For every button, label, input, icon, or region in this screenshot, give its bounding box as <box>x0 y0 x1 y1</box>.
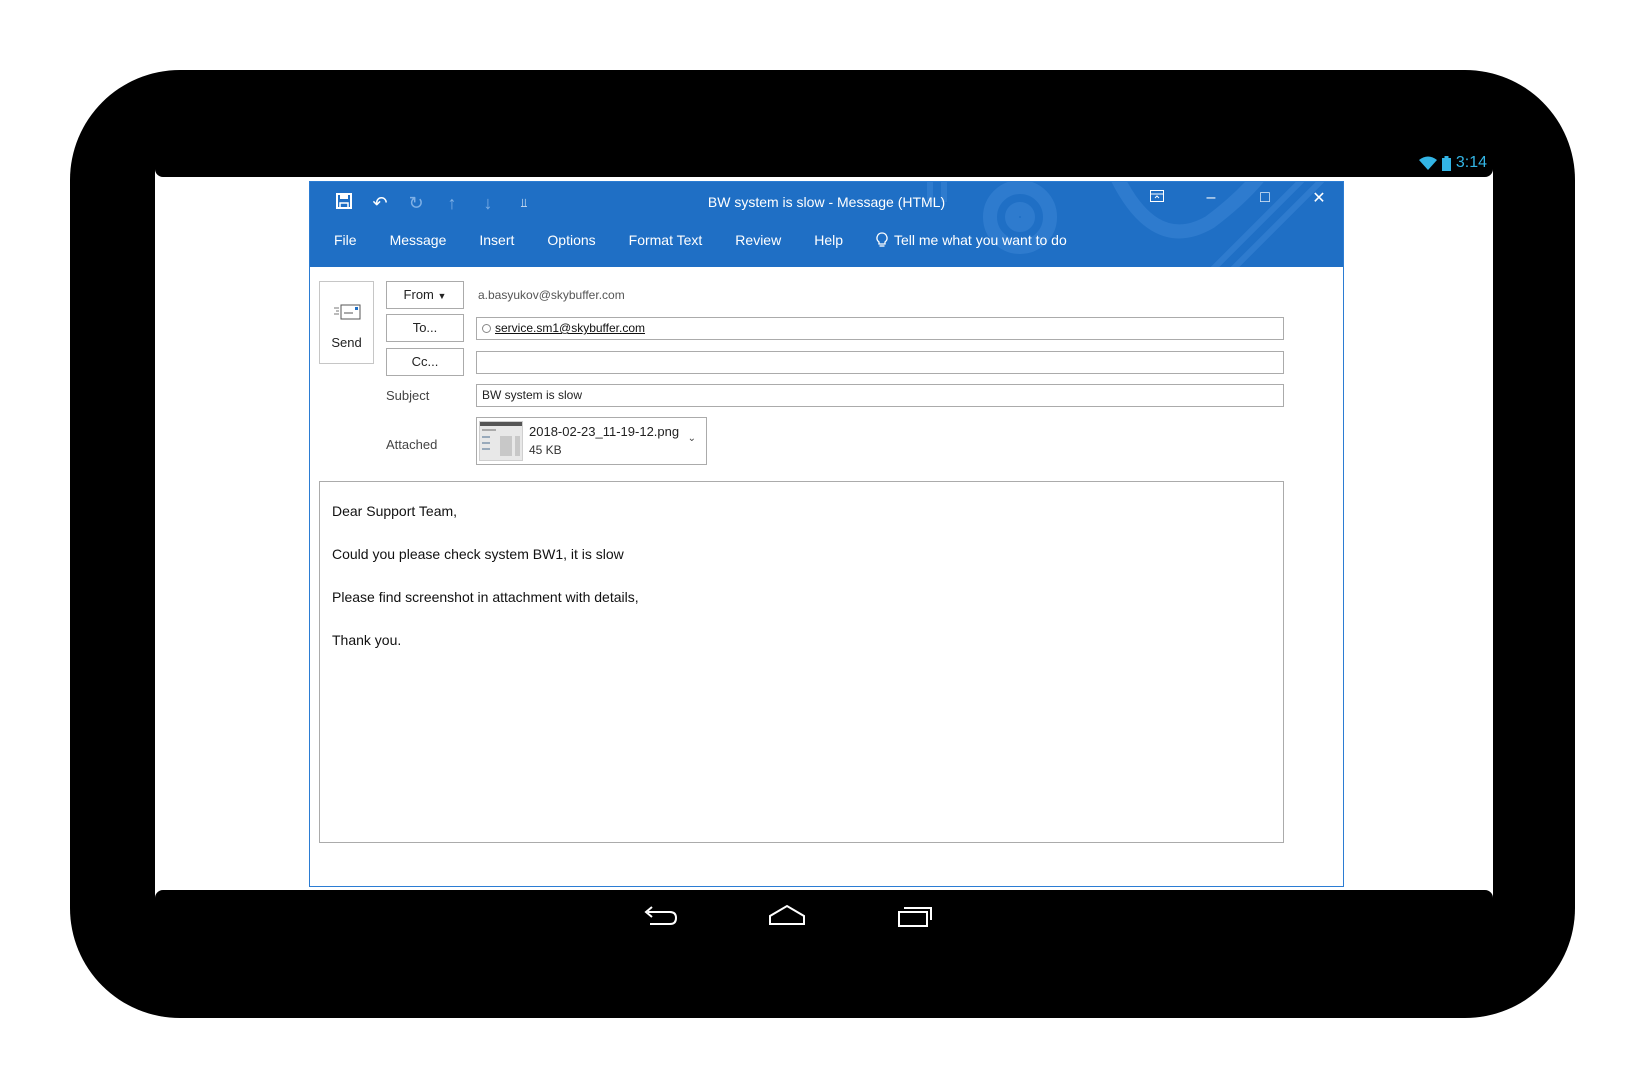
cc-button[interactable]: Cc... <box>386 348 464 376</box>
tab-review[interactable]: Review <box>735 232 781 248</box>
outlook-message-window: ↶ ↻ ↑ ↓ ⫫ BW system is slow - Message (H… <box>309 181 1344 887</box>
attached-label: Attached <box>386 437 438 452</box>
send-button[interactable]: Send <box>319 281 374 364</box>
tab-help[interactable]: Help <box>814 232 843 248</box>
android-status-bar: 3:14 <box>155 150 1493 177</box>
to-address: service.sm1@skybuffer.com <box>495 321 646 335</box>
tab-options[interactable]: Options <box>547 232 595 248</box>
tablet-screen: 3:14 ↶ ↻ ↑ ↓ ⫫ BW system is slow - Messa… <box>155 150 1493 940</box>
from-label: From <box>403 287 434 302</box>
send-label: Send <box>331 335 362 350</box>
cc-field[interactable] <box>476 351 1284 374</box>
ribbon-tabs: File Message Insert Options Format Text … <box>310 229 1076 251</box>
battery-icon <box>1441 155 1451 171</box>
message-body[interactable]: Dear Support Team, Could you please chec… <box>319 481 1284 843</box>
subject-field[interactable]: BW system is slow <box>476 384 1284 407</box>
minimize-icon[interactable]: – <box>1199 189 1223 207</box>
back-icon[interactable] <box>640 902 680 930</box>
from-address: a.basyukov@skybuffer.com <box>478 288 625 302</box>
attachment-name: 2018-02-23_11-19-12.png <box>529 424 680 439</box>
send-envelope-icon <box>333 304 360 320</box>
body-line: Thank you. <box>332 632 402 648</box>
body-line: Dear Support Team, <box>332 503 458 519</box>
body-line: Could you please check system BW1, it is… <box>332 546 624 562</box>
title-bar: ↶ ↻ ↑ ↓ ⫫ BW system is slow - Message (H… <box>310 182 1343 267</box>
android-navigation-bar <box>155 890 1493 940</box>
tab-message[interactable]: Message <box>390 232 447 248</box>
window-controls: – □ ✕ <box>1145 188 1331 208</box>
to-field[interactable]: service.sm1@skybuffer.com <box>476 317 1284 340</box>
to-button[interactable]: To... <box>386 314 464 342</box>
tab-format-text[interactable]: Format Text <box>629 232 703 248</box>
wifi-icon <box>1418 156 1437 170</box>
recent-apps-icon[interactable] <box>895 902 935 930</box>
ribbon-display-icon[interactable] <box>1145 189 1169 207</box>
subject-label: Subject <box>386 388 430 403</box>
chevron-down-icon: ▼ <box>437 291 447 301</box>
tab-file[interactable]: File <box>334 232 357 248</box>
lightbulb-icon <box>876 232 888 247</box>
attachment-chevron-down-icon[interactable]: ⌄ <box>688 433 696 444</box>
body-line: Please find screenshot in attachment wit… <box>332 589 639 605</box>
home-icon[interactable] <box>767 902 807 930</box>
tell-me-label: Tell me what you want to do <box>894 232 1067 248</box>
close-icon[interactable]: ✕ <box>1307 188 1331 208</box>
recipient-chip[interactable]: service.sm1@skybuffer.com <box>482 318 645 339</box>
presence-icon <box>482 324 491 333</box>
attachment-thumbnail <box>479 421 523 461</box>
attachment-card[interactable]: 2018-02-23_11-19-12.png 45 KB ⌄ <box>476 417 707 465</box>
tell-me-search[interactable]: Tell me what you want to do <box>876 232 1067 248</box>
maximize-icon[interactable]: □ <box>1253 189 1277 207</box>
from-button[interactable]: From ▼ <box>386 281 464 309</box>
tab-insert[interactable]: Insert <box>479 232 514 248</box>
status-time: 3:14 <box>1455 154 1487 171</box>
status-icons: 3:14 <box>1418 153 1487 173</box>
attachment-size: 45 KB <box>529 443 562 457</box>
